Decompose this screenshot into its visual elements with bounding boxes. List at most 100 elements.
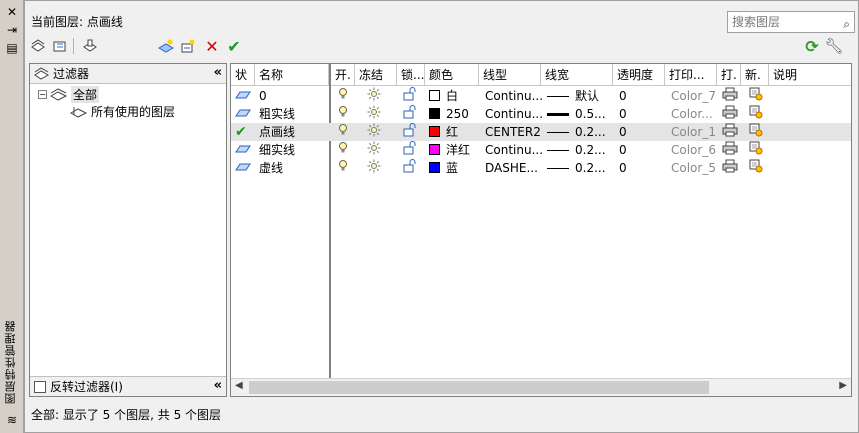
column-header-freeze[interactable]: 冻结 bbox=[355, 64, 397, 86]
layer-icon[interactable] bbox=[235, 159, 251, 177]
layer-lineweight[interactable]: 0.5... bbox=[547, 105, 606, 123]
layer-color[interactable]: 蓝 bbox=[429, 159, 458, 177]
layer-transparency[interactable]: 0 bbox=[619, 87, 627, 105]
invert-filter-label[interactable]: 反转过滤器(I) bbox=[50, 378, 123, 395]
sun-icon[interactable] bbox=[367, 123, 381, 141]
collapse-list-icon[interactable]: « bbox=[214, 378, 222, 393]
layer-linetype[interactable]: Continu... bbox=[485, 141, 543, 159]
layer-plot-style[interactable]: Color... bbox=[671, 105, 713, 123]
printer-icon[interactable] bbox=[722, 159, 738, 177]
layer-plot-style[interactable]: Color_1 bbox=[671, 123, 716, 141]
sun-icon[interactable] bbox=[367, 87, 381, 105]
column-header-lineweight[interactable]: 线宽 bbox=[541, 64, 613, 86]
unlock-icon[interactable] bbox=[403, 87, 417, 105]
layer-linetype[interactable]: Continu... bbox=[485, 87, 543, 105]
layer-name[interactable]: 虚线 bbox=[259, 159, 283, 177]
sun-icon[interactable] bbox=[367, 141, 381, 159]
collapse-filter-icon[interactable]: « bbox=[214, 65, 222, 80]
light-bulb-icon[interactable] bbox=[338, 87, 348, 105]
column-header-name[interactable]: 名称 bbox=[255, 64, 329, 86]
layer-icon[interactable] bbox=[235, 105, 251, 123]
scroll-right-icon[interactable]: ▶ bbox=[839, 380, 847, 391]
new-property-filter-icon[interactable] bbox=[29, 37, 47, 55]
search-input[interactable]: 搜索图层 ⌕ bbox=[727, 11, 855, 33]
layer-transparency[interactable]: 0 bbox=[619, 105, 627, 123]
layer-linetype[interactable]: CENTER2 bbox=[485, 123, 541, 141]
tree-item-all[interactable]: − 全部 bbox=[38, 86, 100, 103]
column-header-plot[interactable]: 打. bbox=[717, 64, 741, 86]
layer-linetype[interactable]: Continu... bbox=[485, 105, 543, 123]
column-header-linetype[interactable]: 线型 bbox=[479, 64, 541, 86]
light-bulb-icon[interactable] bbox=[338, 123, 348, 141]
horizontal-scrollbar[interactable]: ◀ ▶ bbox=[231, 378, 851, 396]
layer-transparency[interactable]: 0 bbox=[619, 141, 627, 159]
new-layer-vp-frozen-icon[interactable] bbox=[179, 37, 197, 55]
layer-name[interactable]: 点画线 bbox=[259, 123, 295, 141]
layer-transparency[interactable]: 0 bbox=[619, 123, 627, 141]
printer-icon[interactable] bbox=[722, 105, 738, 123]
delete-layer-icon[interactable]: ✕ bbox=[203, 37, 221, 56]
layer-color[interactable]: 洋红 bbox=[429, 141, 470, 159]
new-vp-freeze-icon[interactable] bbox=[749, 123, 763, 141]
column-header-description[interactable]: 说明 bbox=[769, 64, 851, 86]
layer-transparency[interactable]: 0 bbox=[619, 159, 627, 177]
layer-plot-style[interactable]: Color_7 bbox=[671, 87, 716, 105]
new-vp-freeze-icon[interactable] bbox=[749, 105, 763, 123]
layer-row[interactable]: ✔ 点画线 红 CENTER2 0.2... 0 Color_1 bbox=[231, 123, 851, 141]
layer-row[interactable]: 细实线 洋红 Continu... 0.2... 0 Color_6 bbox=[231, 141, 851, 159]
unlock-icon[interactable] bbox=[403, 141, 417, 159]
layer-lineweight[interactable]: 0.2... bbox=[547, 159, 606, 177]
light-bulb-icon[interactable] bbox=[338, 141, 348, 159]
properties-icon[interactable]: ▤ bbox=[4, 40, 20, 56]
column-header-on[interactable]: 开. bbox=[331, 64, 355, 86]
layer-plot-style[interactable]: Color_5 bbox=[671, 159, 716, 177]
tree-expander[interactable]: − bbox=[38, 90, 47, 99]
layer-linetype[interactable]: DASHE... bbox=[485, 159, 538, 177]
settings-wrench-icon[interactable]: 🔧︎ bbox=[824, 37, 843, 55]
column-header-status[interactable]: 状 bbox=[231, 64, 255, 86]
refresh-icon[interactable]: ⟳ bbox=[803, 37, 821, 56]
new-vp-freeze-icon[interactable] bbox=[749, 87, 763, 105]
close-icon[interactable]: ✕ bbox=[4, 4, 20, 20]
column-header-plot-style[interactable]: 打印... bbox=[665, 64, 717, 86]
current-check-icon[interactable]: ✔ bbox=[235, 123, 247, 141]
unlock-icon[interactable] bbox=[403, 159, 417, 177]
light-bulb-icon[interactable] bbox=[338, 159, 348, 177]
auto-hide-icon[interactable]: ⇥ bbox=[4, 22, 20, 38]
sun-icon[interactable] bbox=[367, 159, 381, 177]
layer-color[interactable]: 250 bbox=[429, 105, 469, 123]
new-layer-icon[interactable] bbox=[157, 37, 175, 55]
layer-row[interactable]: 虚线 蓝 DASHE... 0.2... 0 Color_5 bbox=[231, 159, 851, 177]
layer-lineweight[interactable]: 0.2... bbox=[547, 123, 606, 141]
light-bulb-icon[interactable] bbox=[338, 105, 348, 123]
invert-filter-checkbox[interactable] bbox=[34, 380, 46, 393]
set-current-icon[interactable]: ✔ bbox=[225, 37, 243, 56]
layer-row[interactable]: 粗实线 250 Continu... 0.5... 0 Color... bbox=[231, 105, 851, 123]
column-header-transparency[interactable]: 透明度 bbox=[613, 64, 665, 86]
layer-color[interactable]: 红 bbox=[429, 123, 458, 141]
new-vp-freeze-icon[interactable] bbox=[749, 141, 763, 159]
new-group-filter-icon[interactable] bbox=[51, 37, 69, 55]
column-header-color[interactable]: 颜色 bbox=[425, 64, 479, 86]
printer-icon[interactable] bbox=[722, 123, 738, 141]
tree-item-used[interactable]: 所有使用的图层 bbox=[70, 103, 175, 120]
unlock-icon[interactable] bbox=[403, 123, 417, 141]
layer-name[interactable]: 细实线 bbox=[259, 141, 295, 159]
unlock-icon[interactable] bbox=[403, 105, 417, 123]
layer-name[interactable]: 0 bbox=[259, 87, 267, 105]
layer-row[interactable]: 0 白 Continu... 默认 0 Color_7 bbox=[231, 87, 851, 105]
new-vp-freeze-icon[interactable] bbox=[749, 159, 763, 177]
column-header-lock[interactable]: 锁... bbox=[397, 64, 425, 86]
sun-icon[interactable] bbox=[367, 105, 381, 123]
layer-color[interactable]: 白 bbox=[429, 87, 458, 105]
scroll-left-icon[interactable]: ◀ bbox=[235, 380, 243, 391]
layer-states-icon[interactable] bbox=[81, 37, 99, 55]
column-header-new-vp-freeze[interactable]: 新. bbox=[741, 64, 769, 86]
layer-plot-style[interactable]: Color_6 bbox=[671, 141, 716, 159]
layer-name[interactable]: 粗实线 bbox=[259, 105, 295, 123]
printer-icon[interactable] bbox=[722, 87, 738, 105]
scrollbar-thumb[interactable] bbox=[249, 381, 709, 394]
layer-lineweight[interactable]: 0.2... bbox=[547, 141, 606, 159]
printer-icon[interactable] bbox=[722, 141, 738, 159]
layer-icon[interactable] bbox=[235, 87, 251, 105]
